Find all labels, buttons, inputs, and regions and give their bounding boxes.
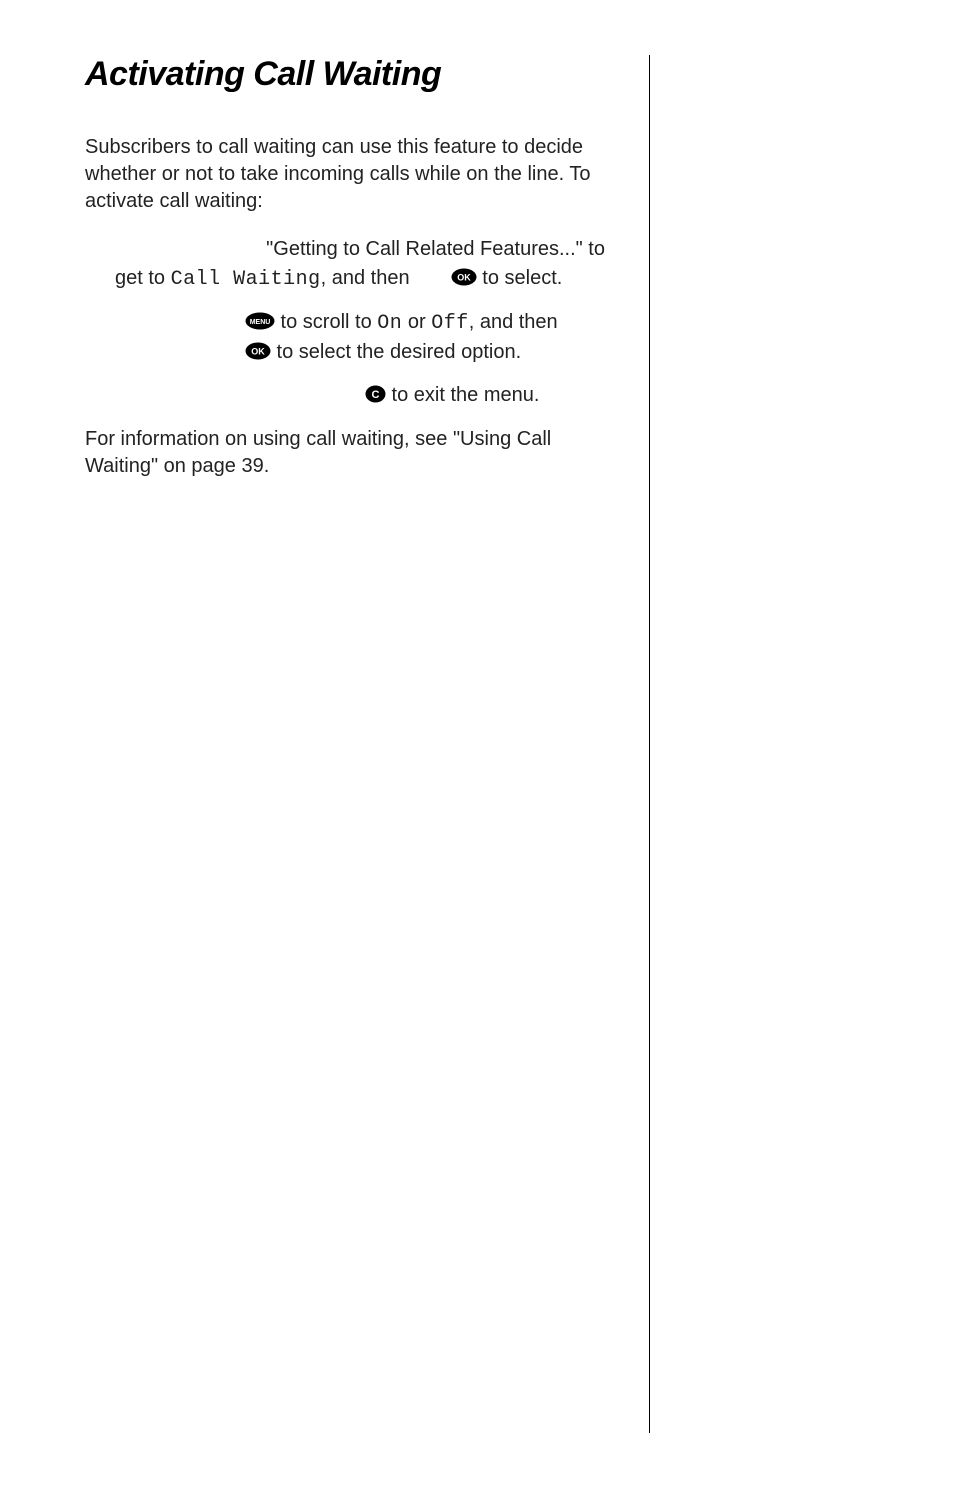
main-column: Activating Call Waiting Subscribers to c… <box>85 55 650 1433</box>
step-1-menu-text: Call Waiting <box>171 268 321 291</box>
step-2: MENU to scroll to On or Off, and then OK… <box>215 308 629 367</box>
step-2-on: On <box>377 312 402 335</box>
step-1-text-c: to select. <box>477 267 563 289</box>
step-3-text-a: to exit the menu. <box>386 384 539 406</box>
svg-text:OK: OK <box>457 272 471 282</box>
page-title: Activating Call Waiting <box>85 55 629 94</box>
svg-text:MENU: MENU <box>250 319 271 326</box>
ok-icon: OK <box>245 342 271 360</box>
intro-paragraph: Subscribers to call waiting can use this… <box>85 134 629 215</box>
outro-paragraph: For information on using call waiting, s… <box>85 426 629 480</box>
ok-icon: OK <box>451 268 477 286</box>
step-2-text-a: to scroll to <box>275 311 377 333</box>
step-2-or: or <box>402 311 431 333</box>
step-3: C to exit the menu. <box>335 381 629 410</box>
step-2-off: Off <box>431 312 469 335</box>
svg-text:C: C <box>372 389 380 401</box>
step-1: Follow steps 1-3 "Getting to Call Relate… <box>115 235 629 294</box>
svg-text:OK: OK <box>251 346 265 356</box>
step-2-text-c: to select the desired option. <box>271 341 521 363</box>
page-content: Activating Call Waiting Subscribers to c… <box>85 55 894 1433</box>
step-1-text-b: , and then <box>321 267 416 289</box>
menu-icon: MENU <box>245 312 275 330</box>
c-icon: C <box>365 385 386 403</box>
step-2-text-b: , and then <box>469 311 558 333</box>
